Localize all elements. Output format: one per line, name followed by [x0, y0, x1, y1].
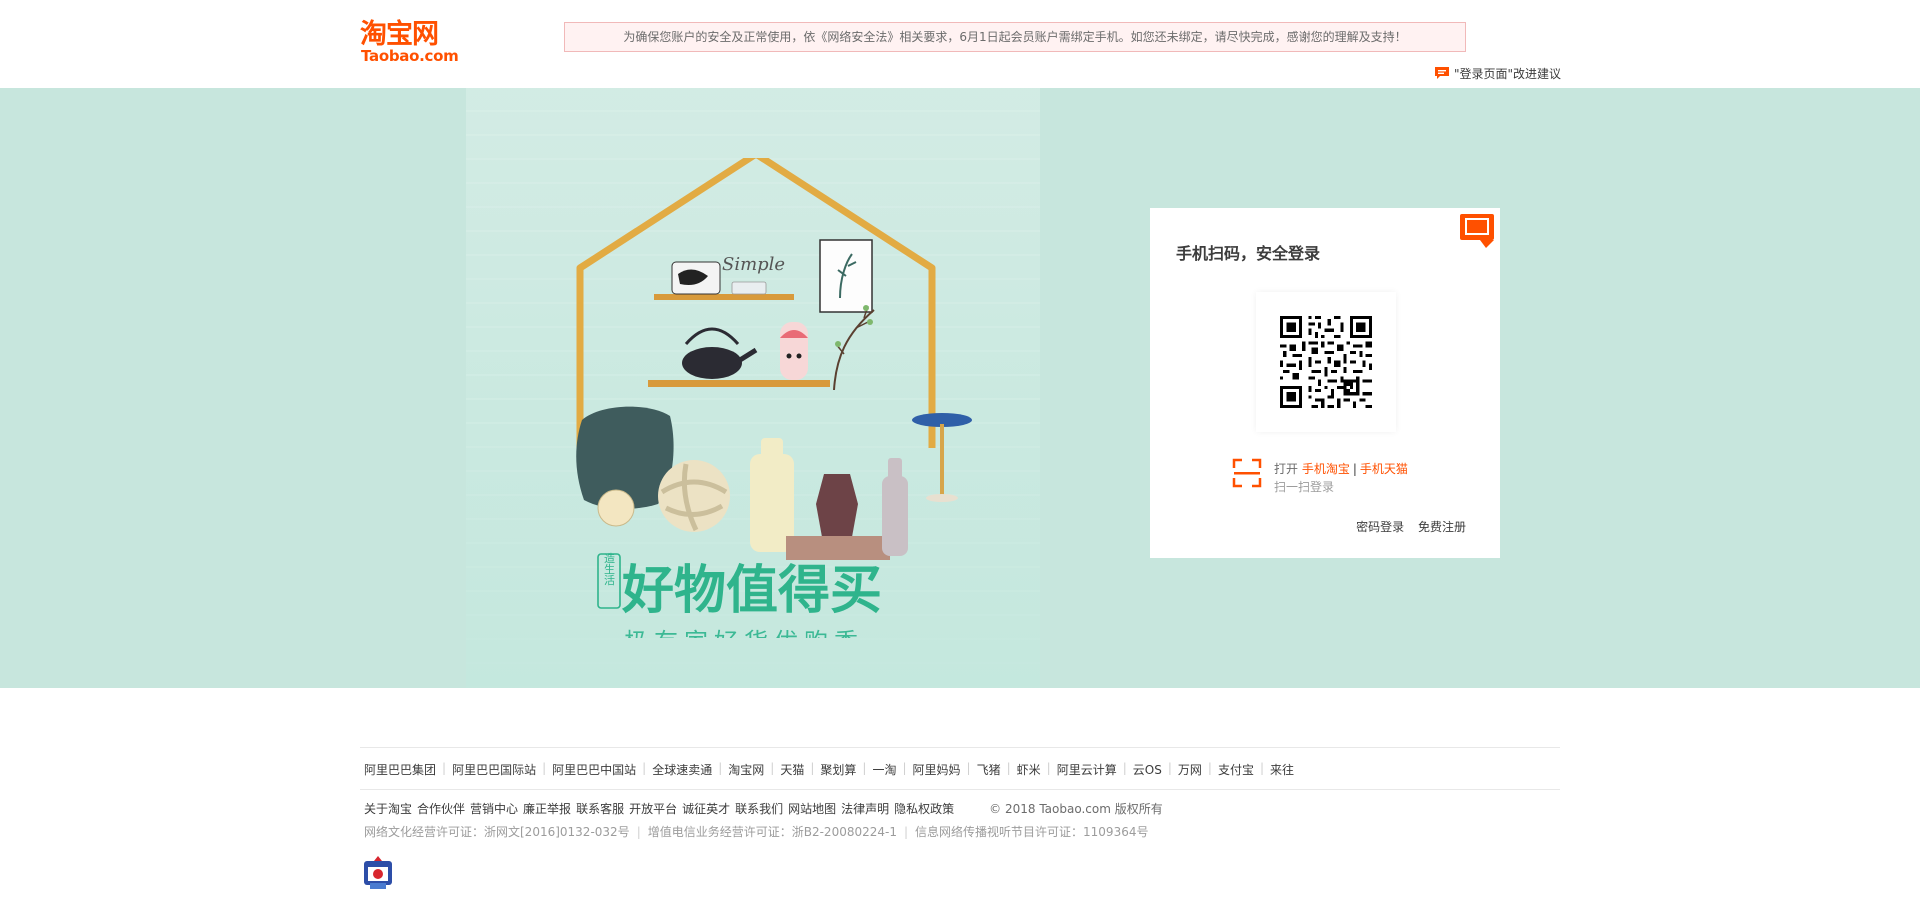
license-divider: |	[636, 825, 641, 839]
footer-group-link[interactable]: 淘宝网	[728, 761, 764, 778]
taobao-app-link[interactable]: 手机淘宝	[1302, 462, 1350, 476]
footer-site-links: 关于淘宝 合作伙伴 营销中心 廉正举报 联系客服 开放平台 诚征英才 联系我们 网站地图 法律声明…	[360, 790, 1560, 817]
footer-divider: |	[542, 761, 547, 775]
footer-divider: |	[1046, 761, 1051, 775]
header: 淘宝网 Taobao.com 为确保您账户的安全及正常使用，依《网络安全法》相关…	[0, 0, 1920, 88]
footer-site-link[interactable]: 隐私权政策	[894, 802, 954, 816]
qr-code-pattern	[1280, 316, 1372, 408]
copyright: © 2018 Taobao.com 版权所有	[989, 802, 1163, 816]
scan-separator: |	[1352, 462, 1357, 476]
footer-group-link[interactable]: 来往	[1270, 761, 1294, 778]
footer-group-link[interactable]: 阿里妈妈	[913, 761, 961, 778]
seal-text: 造生活	[603, 551, 616, 586]
tmall-app-link[interactable]: 手机天猫	[1360, 462, 1408, 476]
footer-group-link[interactable]: 支付宝	[1218, 761, 1254, 778]
footer-site-link[interactable]: 关于淘宝	[364, 802, 412, 816]
footer-site-link[interactable]: 廉正举报	[523, 802, 571, 816]
home-goods-illustration[interactable]: Simple 造生活 好物值得买	[540, 158, 1020, 638]
footer-site-link[interactable]: 合作伙伴	[417, 802, 465, 816]
footer-divider: |	[442, 761, 447, 775]
monitor-icon	[1460, 210, 1498, 248]
footer-group-link[interactable]: 万网	[1178, 761, 1202, 778]
script-text: Simple	[722, 254, 785, 275]
footer: 阿里巴巴集团 | 阿里巴巴国际站 | 阿里巴巴中国站 | 全球速卖通 | 淘宝网 | 天猫 | 聚划算 |…	[360, 747, 1560, 889]
license-divider: |	[903, 825, 909, 839]
card-links: 密码登录 免费注册	[1346, 518, 1466, 535]
footer-divider: |	[1207, 761, 1212, 775]
footer-site-link[interactable]: 联系我们	[735, 802, 783, 816]
footer-divider: |	[1122, 761, 1127, 775]
logo-chinese: 淘宝网	[360, 19, 439, 50]
footer-divider: |	[810, 761, 815, 775]
feedback-label: "登录页面"改进建议	[1454, 66, 1562, 81]
scan-prefix: 打开	[1274, 462, 1299, 476]
switch-login-mode-button[interactable]	[1454, 208, 1500, 254]
footer-divider: |	[718, 761, 723, 775]
footer-divider: |	[642, 761, 647, 775]
footer-group-link[interactable]: 阿里巴巴国际站	[452, 761, 536, 778]
banner-headline: 好物值得买	[621, 561, 882, 621]
footer-group-link[interactable]: 阿里巴巴集团	[364, 761, 436, 778]
footer-site-link[interactable]: 法律声明	[841, 802, 889, 816]
footer-divider: |	[1167, 761, 1172, 775]
footer-group-link[interactable]: 阿里云计算	[1057, 761, 1117, 778]
qr-code[interactable]	[1256, 292, 1396, 432]
license-text: 网络文化经营许可证：浙网文[2016]0132-032号	[364, 825, 630, 839]
footer-divider: |	[770, 761, 775, 775]
banner-subheadline: 极有家好货优购季	[624, 628, 864, 638]
footer-site-link[interactable]: 开放平台	[629, 802, 677, 816]
taobao-logo[interactable]: 淘宝网 Taobao.com	[360, 20, 470, 66]
footer-group-link[interactable]: 虾米	[1017, 761, 1041, 778]
footer-group-links: 阿里巴巴集团 | 阿里巴巴国际站 | 阿里巴巴中国站 | 全球速卖通 | 淘宝网 | 天猫 | 聚划算 |…	[360, 747, 1560, 790]
footer-group-link[interactable]: 天猫	[780, 761, 804, 778]
footer-divider: |	[1006, 761, 1011, 775]
logo-english: Taobao.com	[361, 47, 459, 65]
scan-action-text: 扫一扫登录	[1274, 480, 1335, 494]
footer-group-link[interactable]: 聚划算	[820, 761, 856, 778]
footer-divider: |	[862, 761, 867, 775]
scan-icon	[1232, 458, 1262, 488]
police-badge-icon[interactable]	[360, 855, 396, 891]
license-text: 增值电信业务经营许可证：浙B2-20080224-1	[647, 825, 897, 839]
feedback-link[interactable]: "登录页面"改进建议	[1434, 64, 1561, 82]
footer-group-link[interactable]: 云OS	[1133, 761, 1162, 778]
promo-banner: Simple 造生活 好物值得买 手机扫码，安全登录 打开 手机淘宝 | 手机天…	[0, 88, 1920, 688]
login-title: 手机扫码，安全登录	[1176, 244, 1321, 263]
footer-site-link[interactable]: 营销中心	[470, 802, 518, 816]
footer-group-link[interactable]: 一淘	[872, 761, 896, 778]
license-info: 网络文化经营许可证：浙网文[2016]0132-032号 | 增值电信业务经营许可证…	[360, 817, 1560, 840]
footer-site-link[interactable]: 网站地图	[788, 802, 836, 816]
footer-divider: |	[966, 761, 971, 775]
scan-instructions: 打开 手机淘宝 | 手机天猫 扫一扫登录	[1232, 456, 1452, 496]
register-link[interactable]: 免费注册	[1418, 520, 1466, 534]
footer-group-link[interactable]: 全球速卖通	[652, 761, 712, 778]
login-card: 手机扫码，安全登录 打开 手机淘宝 | 手机天猫 扫一扫登录 密码登录 免费注册	[1150, 208, 1500, 558]
footer-site-link[interactable]: 联系客服	[576, 802, 624, 816]
comment-icon	[1434, 66, 1450, 80]
footer-site-link[interactable]: 诚征英才	[682, 802, 730, 816]
footer-group-link[interactable]: 飞猪	[977, 761, 1001, 778]
license-text: 信息网络传播视听节目许可证：1109364号	[915, 825, 1149, 839]
security-notice: 为确保您账户的安全及正常使用，依《网络安全法》相关要求，6月1日起会员账户需绑定…	[564, 22, 1466, 52]
footer-group-link[interactable]: 阿里巴巴中国站	[552, 761, 636, 778]
footer-divider: |	[1259, 761, 1264, 775]
footer-divider: |	[902, 761, 907, 775]
password-login-link[interactable]: 密码登录	[1356, 520, 1404, 534]
